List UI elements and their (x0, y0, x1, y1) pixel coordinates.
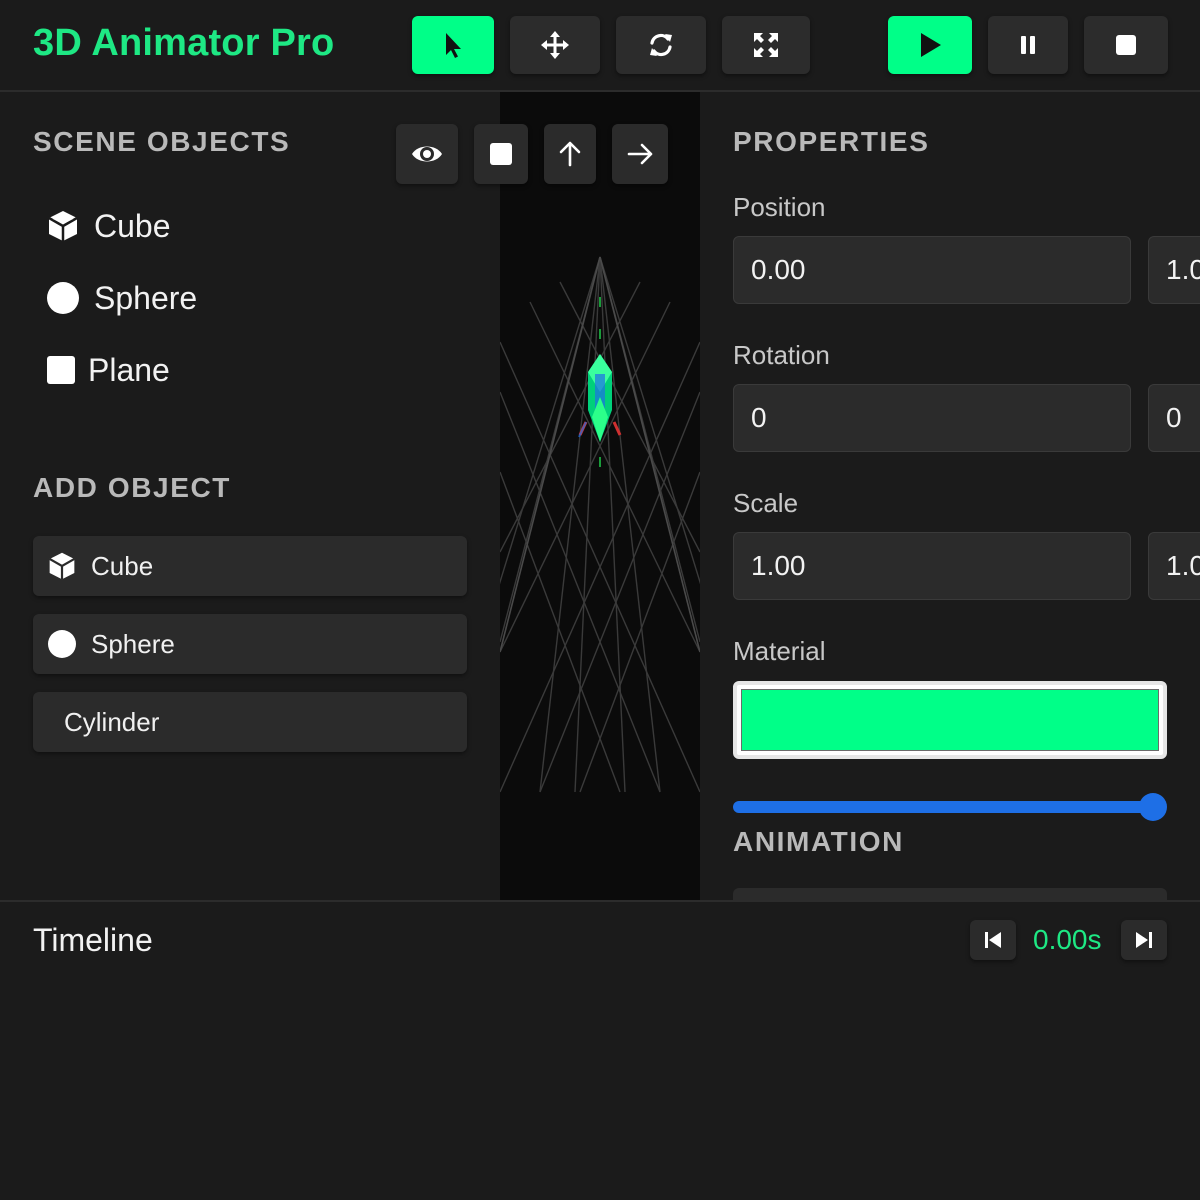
scene-object-cube[interactable]: Cube (46, 204, 171, 248)
scale-x-field[interactable]: 1.00 (733, 532, 1131, 600)
move-icon (541, 31, 569, 59)
header-bar: 3D Animator Pro (0, 0, 1200, 92)
play-icon (921, 33, 941, 57)
animation-title: ANIMATION (733, 826, 904, 857)
cube-icon (46, 209, 80, 243)
select-tool-button[interactable] (412, 16, 494, 74)
scene-object-label: Plane (88, 351, 170, 388)
material-slider-track[interactable] (733, 801, 1153, 813)
rotation-x-field[interactable]: 0 (733, 384, 1131, 452)
move-tool-button[interactable] (510, 16, 600, 74)
timeline-header: Timeline 0.00s (0, 900, 1200, 980)
add-button-label: Cylinder (64, 706, 160, 737)
scene-object-label: Sphere (94, 279, 198, 316)
toggle-visibility-button[interactable] (396, 124, 458, 184)
stop-button[interactable] (1084, 16, 1168, 74)
scale-icon (754, 33, 778, 57)
pause-icon (1021, 36, 1035, 54)
sphere-icon (46, 281, 80, 315)
arrow-right-icon (627, 143, 653, 165)
material-label: Material (733, 636, 826, 666)
rotation-y-field[interactable]: 0 (1148, 384, 1200, 452)
material-color-fill (741, 689, 1159, 751)
toggle-square-button[interactable] (474, 124, 528, 184)
app-title: 3D Animator Pro (33, 22, 335, 64)
skip-forward-button[interactable] (1121, 920, 1167, 960)
cube-icon (47, 551, 77, 581)
skip-back-button[interactable] (970, 920, 1016, 960)
add-object-title: ADD OBJECT (33, 472, 232, 503)
skip-forward-icon (1136, 932, 1152, 948)
left-panel: SCENE OBJECTS Cube Sphere Plane ADD OBJE… (0, 92, 500, 900)
scene-objects-title: SCENE OBJECTS (33, 126, 291, 157)
select-arrow-icon (446, 33, 461, 58)
square-icon (490, 143, 512, 165)
position-x-field[interactable]: 0.00 (733, 236, 1131, 304)
play-button[interactable] (888, 16, 972, 74)
scale-label: Scale (733, 488, 799, 518)
add-cylinder-button[interactable]: Cylinder (33, 692, 467, 752)
scene-object-label: Cube (94, 207, 171, 244)
time-readout: 0.00s (1033, 924, 1102, 955)
properties-title: PROPERTIES (733, 126, 930, 157)
properties-panel: PROPERTIES Position 0.00 1.0 Rotation 0 … (700, 92, 1200, 900)
scale-y-field[interactable]: 1.0 (1148, 532, 1200, 600)
add-cube-button[interactable]: Cube (33, 536, 467, 596)
scale-tool-button[interactable] (722, 16, 810, 74)
rotate-tool-button[interactable] (616, 16, 706, 74)
scene-object-sphere[interactable]: Sphere (46, 276, 197, 320)
eye-icon (412, 146, 442, 162)
material-slider-thumb[interactable] (1139, 793, 1167, 821)
add-button-label: Cube (91, 550, 154, 581)
material-color-picker[interactable] (733, 681, 1167, 759)
sphere-icon (47, 629, 77, 659)
timeline-title: Timeline (33, 922, 153, 958)
scene-object-plane[interactable]: Plane (46, 348, 170, 392)
position-y-field[interactable]: 1.0 (1148, 236, 1200, 304)
add-sphere-button[interactable]: Sphere (33, 614, 467, 674)
rotate-icon (650, 33, 672, 57)
view-up-button[interactable] (544, 124, 596, 184)
plane-icon (46, 353, 76, 387)
rotation-label: Rotation (733, 340, 830, 370)
selected-object-gizmo (578, 354, 622, 442)
animation-control[interactable] (733, 888, 1167, 900)
3d-viewport[interactable] (500, 92, 700, 900)
view-right-button[interactable] (612, 124, 668, 184)
position-label: Position (733, 192, 826, 222)
add-button-label: Sphere (91, 628, 175, 659)
skip-back-icon (985, 932, 1001, 948)
pause-button[interactable] (988, 16, 1068, 74)
viewport-grid (500, 256, 700, 793)
stop-icon (1116, 35, 1136, 55)
arrow-up-icon (559, 141, 581, 167)
timeline-track-area[interactable] (0, 978, 1200, 1200)
